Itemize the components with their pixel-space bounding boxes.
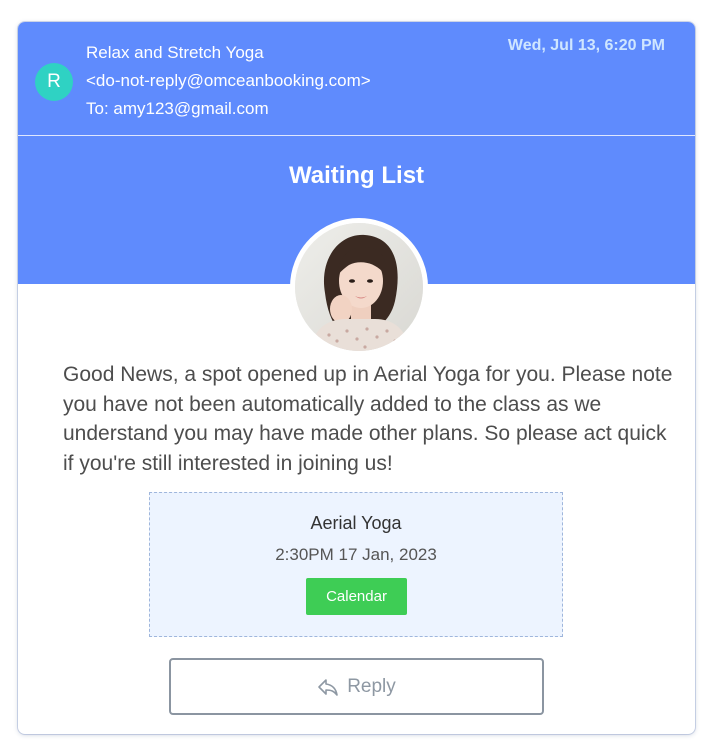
reply-label: Reply [347, 675, 396, 697]
sender-email: <do-not-reply@omceanbooking.com> [86, 71, 371, 90]
sender-avatar: R [35, 63, 73, 101]
instructor-photo [290, 218, 428, 356]
calendar-button[interactable]: Calendar [306, 578, 407, 615]
reply-button[interactable]: Reply [169, 658, 544, 715]
event-name: Aerial Yoga [310, 513, 402, 533]
email-header: R Relax and Stretch Yoga <do-not-reply@o… [18, 22, 695, 136]
message-text: Good News, a spot opened up in Aerial Yo… [63, 363, 673, 475]
sender-name: Relax and Stretch Yoga [86, 43, 264, 62]
recipient-line: To: amy123@gmail.com [86, 99, 269, 118]
event-datetime: 2:30PM 17 Jan, 2023 [275, 545, 437, 564]
event-details-box: Aerial Yoga 2:30PM 17 Jan, 2023 Calendar [149, 492, 563, 637]
banner-title: Waiting List [288, 162, 425, 189]
email-date: Wed, Jul 13, 6:20 PM [507, 37, 665, 54]
reply-arrow-icon [317, 677, 339, 697]
email-card: R Relax and Stretch Yoga <do-not-reply@o… [18, 22, 695, 734]
